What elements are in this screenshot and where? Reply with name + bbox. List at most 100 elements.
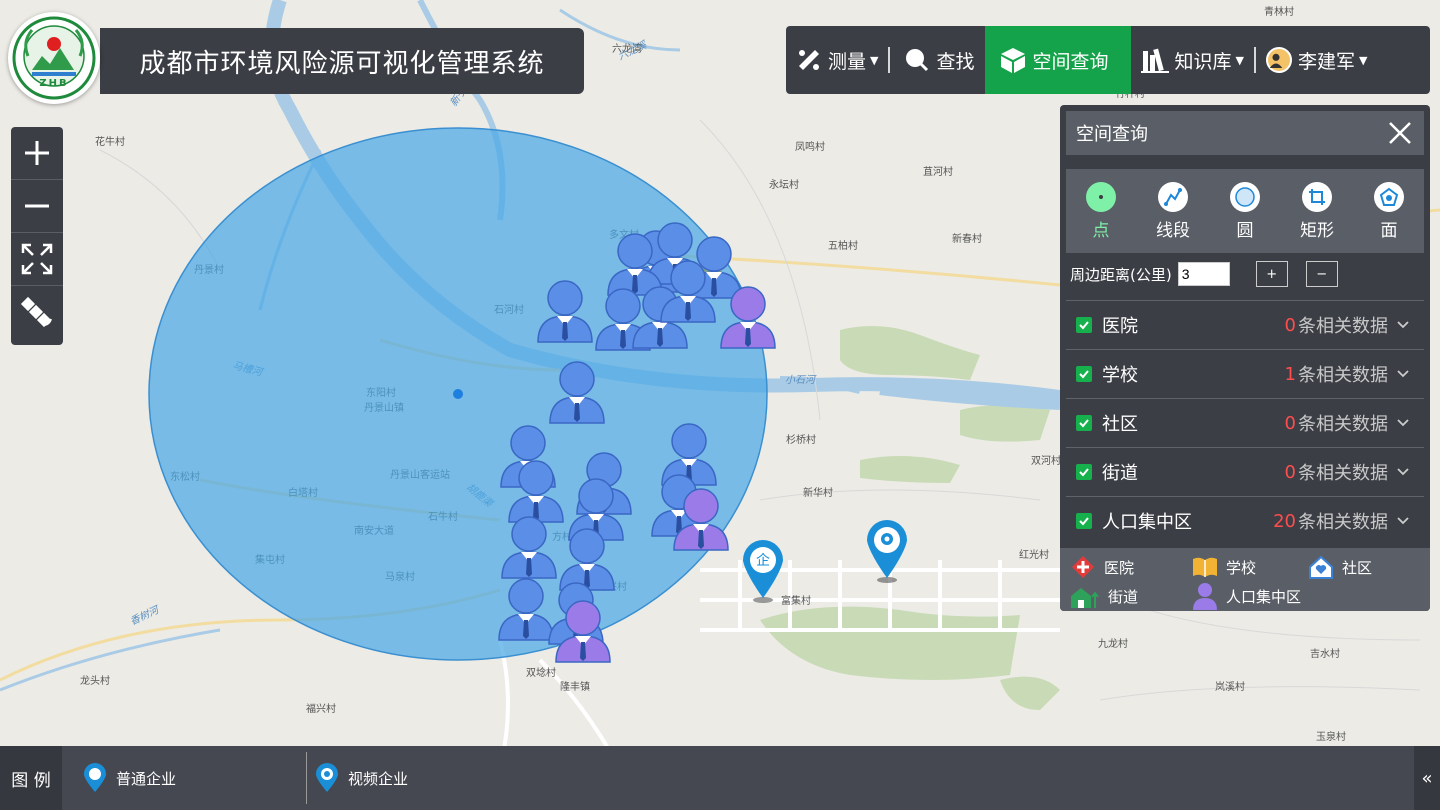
legend-school: 学校 <box>1192 556 1256 578</box>
map-controls <box>11 127 63 345</box>
distance-minus-button[interactable]: − <box>1305 261 1338 287</box>
checkbox-checked-icon[interactable] <box>1076 366 1092 382</box>
map-place-label: 新华村 <box>803 486 833 499</box>
legend-label: 街道 <box>1108 587 1139 606</box>
category-suffix: 条相关数据 <box>1298 463 1388 484</box>
distance-plus-button[interactable]: + <box>1255 261 1288 287</box>
cube-icon <box>1000 48 1025 73</box>
tool-circle-label: 圆 <box>1236 220 1254 241</box>
map-pin-icon <box>84 763 106 792</box>
tool-point-label: 点 <box>1092 220 1110 241</box>
top-toolbar: 测量 ▼ 查找 空间查询 知识库 ▼ 李建军 ▼ <box>786 26 1430 94</box>
tool-polygon[interactable]: 面 <box>1374 181 1404 241</box>
legend-community: 社区 <box>1308 554 1372 580</box>
map-place-label: 永坛村 <box>769 178 799 191</box>
search-icon <box>906 49 929 72</box>
measure-label: 测量 <box>828 50 867 73</box>
hospital-icon <box>1072 556 1094 578</box>
legend-label: 视频企业 <box>348 769 409 788</box>
panel-header: 空间查询 <box>1066 111 1424 155</box>
book-icon <box>1193 557 1217 577</box>
category-count: 20 <box>1273 510 1296 532</box>
checkbox-checked-icon[interactable] <box>1076 464 1092 480</box>
tool-line[interactable]: 线段 <box>1156 181 1190 241</box>
distance-input[interactable] <box>1177 262 1230 286</box>
measure-menu[interactable]: 测量 ▼ <box>786 26 888 94</box>
category-count: 0 <box>1284 314 1296 336</box>
minus-icon <box>25 204 49 208</box>
checkbox-checked-icon[interactable] <box>1076 415 1092 431</box>
map-river-label: 小石河 <box>785 374 817 386</box>
chevron-down-icon: ▼ <box>1235 53 1244 67</box>
legend-title: 图 例 <box>0 746 62 810</box>
category-count: 0 <box>1284 461 1296 483</box>
map-place-label: 隆丰镇 <box>560 680 590 693</box>
map-place-label: 双河村 <box>1031 454 1061 467</box>
svg-text:企: 企 <box>756 552 770 569</box>
map-place-label: 花牛村 <box>95 135 125 148</box>
map-place-label: 龙头村 <box>80 674 110 687</box>
checkbox-checked-icon[interactable] <box>1076 513 1092 529</box>
legend-label: 社区 <box>1342 558 1373 577</box>
chevron-down-icon: ▼ <box>870 53 879 67</box>
checkbox-checked-icon[interactable] <box>1076 317 1092 333</box>
category-community[interactable]: 社区 0 条相关数据 <box>1066 398 1424 447</box>
find-button[interactable]: 查找 <box>890 26 984 94</box>
map-place-label: 玉泉村 <box>1316 730 1346 743</box>
street-building-icon <box>1071 588 1099 608</box>
legend-normal-enterprise: 普通企业 <box>84 746 176 810</box>
map-place-label: 五柏村 <box>828 239 858 252</box>
map-place-label: 九龙村 <box>1098 637 1128 650</box>
legend-population: 人口集中区 <box>1192 582 1301 610</box>
polyline-icon <box>1158 181 1188 212</box>
query-tool-bar: 点 线段 圆 矩形 面 <box>1066 169 1424 253</box>
category-school[interactable]: 学校 1 条相关数据 <box>1066 349 1424 398</box>
satellite-layer-button[interactable] <box>11 286 63 339</box>
user-menu[interactable]: 李建军 ▼ <box>1256 26 1377 94</box>
panel-legend: 医院 学校 社区 街道 人口集中区 <box>1060 548 1430 611</box>
collapse-legend-button[interactable]: « <box>1414 746 1440 810</box>
plus-icon <box>25 141 49 165</box>
video-pin-icon <box>316 763 338 792</box>
full-extent-button[interactable] <box>11 233 63 286</box>
tool-rectangle[interactable]: 矩形 <box>1300 181 1334 241</box>
toolbar-divider <box>888 47 891 73</box>
person-icon <box>1193 583 1217 610</box>
chevron-down-icon[interactable] <box>1396 467 1410 477</box>
tool-line-label: 线段 <box>1156 220 1190 241</box>
expand-icon <box>21 243 53 275</box>
knowledge-menu[interactable]: 知识库 ▼ <box>1131 26 1254 94</box>
legend-street: 街道 <box>1070 584 1138 608</box>
close-icon[interactable] <box>1386 119 1414 147</box>
chevron-down-icon[interactable] <box>1396 516 1410 526</box>
category-street[interactable]: 街道 0 条相关数据 <box>1066 447 1424 496</box>
logo-text: ZHB <box>39 78 69 89</box>
legend-divider <box>306 752 307 804</box>
tool-circle[interactable]: 圆 <box>1230 181 1260 241</box>
tool-point[interactable]: 点 <box>1086 181 1116 241</box>
map-place-label: 红光村 <box>1019 548 1049 561</box>
spatial-query-button[interactable]: 空间查询 <box>984 26 1131 94</box>
chevron-down-icon[interactable] <box>1396 320 1410 330</box>
knowledge-label: 知识库 <box>1174 50 1232 73</box>
distance-label: 周边距离(公里) <box>1070 265 1172 284</box>
chevron-down-icon[interactable] <box>1396 418 1410 428</box>
tool-rectangle-label: 矩形 <box>1300 220 1334 241</box>
zhb-logo: ZHB <box>8 12 100 104</box>
category-name: 人口集中区 <box>1102 512 1192 533</box>
category-count: 1 <box>1284 363 1296 385</box>
zoom-in-button[interactable] <box>11 127 63 180</box>
map-place-label: 新春村 <box>952 232 982 245</box>
logo-emblem-icon <box>12 16 96 100</box>
zoom-out-button[interactable] <box>11 180 63 233</box>
category-population[interactable]: 人口集中区 20 条相关数据 <box>1066 496 1424 545</box>
chevron-down-icon[interactable] <box>1396 369 1410 379</box>
category-count: 0 <box>1284 412 1296 434</box>
category-hospital[interactable]: 医院 0 条相关数据 <box>1066 300 1424 349</box>
map-place-label: 凤鸣村 <box>795 140 825 153</box>
map-place-label: 杉桥村 <box>786 433 816 446</box>
app-title: 成都市环境风险源可视化管理系统 <box>139 48 545 79</box>
legend-hospital: 医院 <box>1070 554 1134 580</box>
user-name: 李建军 <box>1298 50 1356 73</box>
spatial-query-panel: 空间查询 点 线段 圆 矩形 面 周边距离(公里) 3 + − 医院 0 条相关… <box>1060 105 1430 611</box>
